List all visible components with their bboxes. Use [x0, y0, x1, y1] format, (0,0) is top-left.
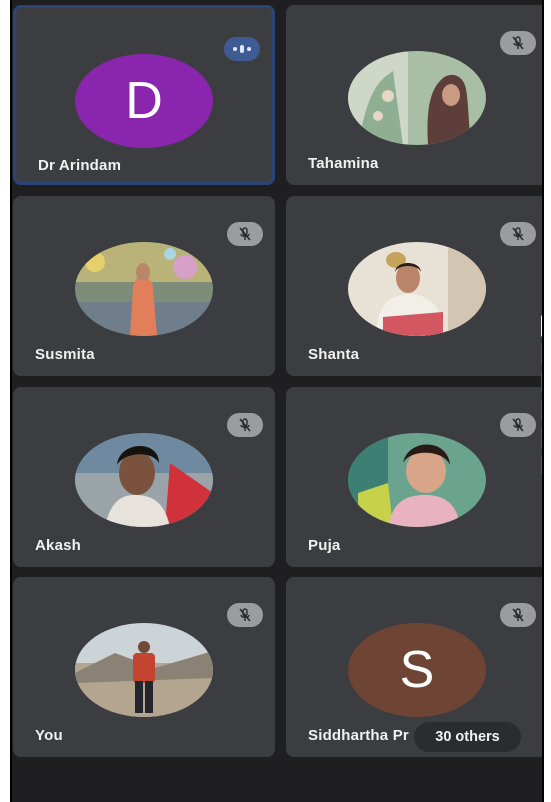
participant-name: You — [35, 727, 63, 744]
mic-off-icon — [227, 413, 263, 437]
participant-name: Dr Arindam — [38, 157, 122, 174]
mic-off-icon — [500, 413, 536, 437]
avatar-initial: S — [399, 641, 435, 699]
others-count-chip[interactable]: 30 others — [414, 722, 521, 752]
avatar: S — [348, 623, 486, 717]
participant-tile-tahamina[interactable]: Tahamina — [286, 5, 548, 185]
mic-off-icon — [227, 222, 263, 246]
avatar — [75, 623, 213, 717]
participant-tile-akash[interactable]: Akash — [13, 387, 275, 567]
mic-off-icon — [227, 603, 263, 627]
participant-tile-you[interactable]: You — [13, 577, 275, 757]
participant-name: Puja — [308, 537, 341, 554]
avatar-initial: D — [125, 72, 163, 130]
participant-name: Tahamina — [308, 155, 379, 172]
avatar — [348, 433, 486, 527]
meeting-grid: D Dr Arindam Tahamina Susmita Shanta Aka… — [10, 0, 548, 802]
avatar — [75, 242, 213, 336]
avatar — [75, 433, 213, 527]
avatar — [348, 51, 486, 145]
participant-tile-shanta[interactable]: Shanta — [286, 196, 548, 376]
mic-off-icon — [500, 222, 536, 246]
participant-tile-puja[interactable]: Puja — [286, 387, 548, 567]
audio-level-icon — [224, 37, 260, 61]
participant-name: Siddhartha Pr — [308, 727, 409, 744]
participant-name: Susmita — [35, 346, 95, 363]
participant-name: Shanta — [308, 346, 360, 363]
avatar: D — [75, 54, 213, 148]
participant-tile-susmita[interactable]: Susmita — [13, 196, 275, 376]
frame-border — [542, 0, 551, 802]
mic-off-icon — [500, 31, 536, 55]
participant-name: Akash — [35, 537, 82, 554]
participant-tile-dr-arindam[interactable]: D Dr Arindam — [13, 5, 275, 185]
avatar — [348, 242, 486, 336]
mic-off-icon — [500, 603, 536, 627]
